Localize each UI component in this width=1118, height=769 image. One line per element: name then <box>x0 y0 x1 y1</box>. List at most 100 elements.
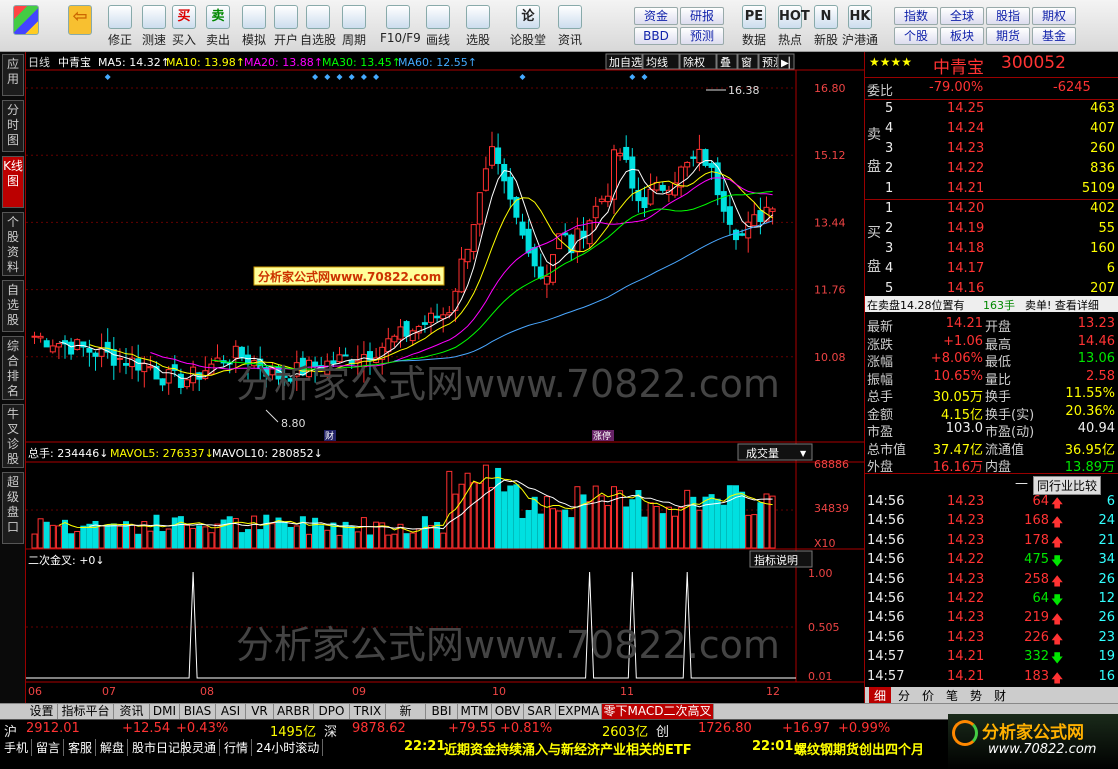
market-4-button[interactable]: 个股 <box>894 27 938 45</box>
chart-control-3[interactable]: 叠 <box>716 53 738 70</box>
volume-bar <box>104 524 111 549</box>
header-ma10: MA10: 13.98↑ <box>166 56 245 69</box>
toolbar-clock-button[interactable]: 周期 <box>336 4 372 50</box>
indicator-tab-11[interactable]: BBI <box>426 704 458 720</box>
toolbar-hk-button[interactable]: HK 沪港通 <box>842 4 878 50</box>
volume-bar <box>177 516 184 549</box>
indicator-tab-7[interactable]: ARBR <box>274 704 314 720</box>
toolbar-0-button[interactable]: 资金 <box>634 7 678 25</box>
volume-bar <box>440 532 447 549</box>
finance-marker[interactable]: 财 <box>324 430 336 442</box>
chart-control-2[interactable]: 除权 <box>679 53 717 70</box>
stat-row: 涨幅 +8.06% 最低 13.06 <box>865 350 1118 370</box>
toolbar-pe-button[interactable]: PE 数据 <box>736 4 772 50</box>
indicator-tab-16[interactable]: 零下MACD二次高叉 <box>602 704 714 720</box>
toolbar-grid-button[interactable] <box>8 4 44 50</box>
indicator-tab-10[interactable]: 新DMA <box>386 704 426 733</box>
quote-tab-3[interactable]: 笔 <box>941 687 963 703</box>
news-headline[interactable]: 近期资金持续涌入与新经济产业相关的ETF <box>444 739 692 758</box>
toolbar-hammer-button[interactable]: 模拟 <box>236 4 272 50</box>
quote-tab-4[interactable]: 势 <box>965 687 987 703</box>
volume-bar <box>385 534 392 549</box>
status-tab-5[interactable]: 股灵通 <box>180 739 221 756</box>
limit-up-marker[interactable]: 涨停 <box>592 430 614 442</box>
indicator-tab-1[interactable]: 指标平台 <box>58 704 114 720</box>
toolbar-2-button[interactable]: BBD <box>634 27 678 45</box>
indicator-tab-15[interactable]: EXPMA <box>556 704 602 720</box>
tick-time: 14:56 <box>867 629 905 645</box>
toolbar-info-button[interactable]: 资讯 <box>552 4 588 50</box>
status-tab-0[interactable]: 手机 <box>4 739 33 756</box>
tick-row: 14:57 14.21 183 🡅 16 <box>865 668 1118 687</box>
indicator-tab-6[interactable]: VR <box>246 704 274 720</box>
stat-row: 总市值 37.47亿 流通值 36.95亿 <box>865 438 1118 458</box>
toolbar-sell-button[interactable]: 卖卖出 <box>200 4 236 50</box>
volume-bar <box>470 482 477 549</box>
tick-price: 14.22 <box>947 591 985 606</box>
indicator-tab-8[interactable]: DPO <box>314 704 350 720</box>
tick-volume: 178 <box>1024 532 1049 548</box>
news-time: 22:01 <box>752 739 794 754</box>
toolbar-arrow-left-button[interactable]: ⇦ <box>62 4 98 50</box>
indicator-tab-4[interactable]: BIAS <box>180 704 216 720</box>
toolbar-pen-button[interactable]: 画线 <box>420 4 456 50</box>
indicator-tab-12[interactable]: MTM <box>458 704 492 720</box>
left-tab-3[interactable]: 个股资料 <box>2 212 24 276</box>
chart-control-4[interactable]: 窗 <box>737 53 759 70</box>
left-tab-2[interactable]: K线图 <box>2 156 24 208</box>
chart-control-0[interactable]: 加自选 <box>605 53 643 70</box>
toolbar-lock-button[interactable]: 开户 <box>268 4 304 50</box>
quote-tab-0[interactable]: 细 <box>869 687 891 703</box>
market-0-button[interactable]: 指数 <box>894 7 938 25</box>
left-tab-5[interactable]: 综合排名 <box>2 336 24 400</box>
market-2-button[interactable]: 股指 <box>986 7 1030 25</box>
toolbar-1-button[interactable]: 研报 <box>680 7 724 25</box>
quote-tab-1[interactable]: 分 <box>893 687 915 703</box>
volume-type-button[interactable]: 成交量 ▼ <box>737 443 813 461</box>
order-note-button[interactable]: 卖单! 查看详细 <box>1025 297 1099 313</box>
status-tab-1[interactable]: 留言 <box>36 739 65 756</box>
quote-tab-5[interactable]: 财 <box>989 687 1011 703</box>
chart-control-1[interactable]: 均线 <box>642 53 680 70</box>
left-tab-4[interactable]: 自选股 <box>2 280 24 332</box>
indicator-tab-9[interactable]: TRIX <box>350 704 386 720</box>
quote-tab-2[interactable]: 价 <box>917 687 939 703</box>
toolbar-star-button[interactable]: 自选股 <box>300 4 336 50</box>
news-headline[interactable]: 螺纹钢期货创出四个月 <box>794 739 964 758</box>
order-note-volume: 163手 <box>983 299 1015 312</box>
volume-bar <box>726 485 733 549</box>
indicator-tab-13[interactable]: OBV <box>492 704 524 720</box>
indicator-tab-5[interactable]: ASI <box>216 704 246 720</box>
toolbar-arrow-up-button[interactable]: 修正 <box>102 4 138 50</box>
kline-chart-area[interactable]: 日线 中青宝 MA5: 14.32↑ MA10: 13.98↑ MA20: 13.88↑… <box>26 52 864 703</box>
toolbar-buy-button[interactable]: 买买入 <box>166 4 202 50</box>
market-1-button[interactable]: 全球 <box>940 7 984 25</box>
toolbar-chart-button[interactable]: F10/F9 <box>380 4 421 50</box>
status-tab-2[interactable]: 客服 <box>68 739 97 756</box>
left-tab-6[interactable]: 牛叉诊股 <box>2 404 24 468</box>
tick-row: 14:56 14.23 226 🡅 23 <box>865 629 1118 648</box>
status-tab-4[interactable]: 股市日记 <box>132 739 185 756</box>
market-7-button[interactable]: 基金 <box>1032 27 1076 45</box>
indicator-tab-0[interactable]: 设置 <box>26 704 58 720</box>
toolbar-3-button[interactable]: 预测 <box>680 27 724 45</box>
status-tab-3[interactable]: 解盘 <box>100 739 129 756</box>
toolbar-new-button[interactable]: N 新股 <box>808 4 844 50</box>
indicator-tab-2[interactable]: 资讯 <box>114 704 150 720</box>
toolbar-hot-button[interactable]: HOT 热点 <box>772 4 810 50</box>
indicator-tab-3[interactable]: DMI <box>150 704 180 720</box>
indicator-help-button[interactable]: 指标说明 <box>749 550 813 568</box>
market-5-button[interactable]: 板块 <box>940 27 984 45</box>
indicator-tab-14[interactable]: SAR <box>524 704 556 720</box>
status-tab-7[interactable]: 24小时滚动 <box>256 739 324 756</box>
left-tab-7[interactable]: 超级盘口 <box>2 472 24 544</box>
left-tab-1[interactable]: 分时图 <box>2 100 24 152</box>
market-3-button[interactable]: 期权 <box>1032 7 1076 25</box>
left-tab-0[interactable]: 应用 <box>2 54 24 96</box>
market-6-button[interactable]: 期货 <box>986 27 1030 45</box>
status-tab-6[interactable]: 行情 <box>224 739 253 756</box>
toolbar-forum-button[interactable]: 论论股堂 <box>510 4 546 50</box>
volume-bar <box>403 533 410 549</box>
toolbar-select-button[interactable]: 选股 <box>460 4 496 50</box>
bid-level: 5 <box>885 281 894 296</box>
